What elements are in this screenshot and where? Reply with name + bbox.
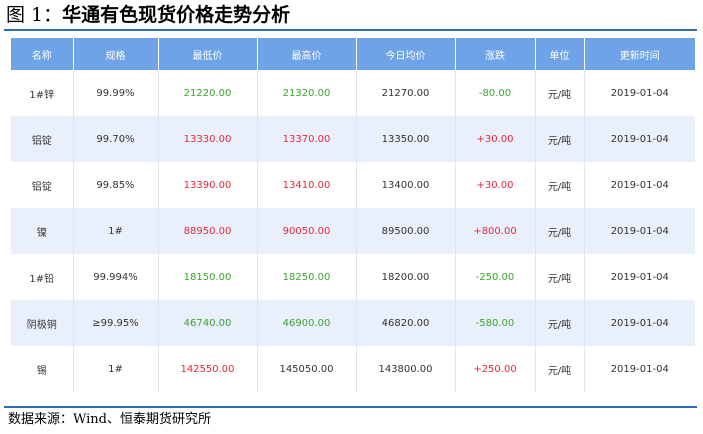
table-row: 1#铅 99.994% 18150.00 18250.00 18200.00 -… bbox=[11, 254, 695, 300]
cell-high: 46900.00 bbox=[257, 300, 357, 346]
cell-name: 铝锭 bbox=[11, 162, 74, 208]
cell-avg: 13350.00 bbox=[356, 116, 456, 162]
cell-unit: 元/吨 bbox=[535, 254, 585, 300]
figure-title: 图 1：华通有色现货价格走势分析 bbox=[6, 2, 290, 28]
cell-spec: 99.70% bbox=[73, 116, 159, 162]
cell-high: 145050.00 bbox=[257, 346, 357, 392]
cell-low: 21220.00 bbox=[158, 70, 258, 116]
cell-high: 90050.00 bbox=[257, 208, 357, 254]
cell-change: +30.00 bbox=[455, 162, 536, 208]
cell-low: 18150.00 bbox=[158, 254, 258, 300]
cell-date: 2019-01-04 bbox=[584, 208, 695, 254]
cell-low: 13330.00 bbox=[158, 116, 258, 162]
cell-name: 阴极铜 bbox=[11, 300, 74, 346]
cell-name: 铝锭 bbox=[11, 116, 74, 162]
price-table-container: 名称 规格 最低价 最高价 今日均价 涨跌 单位 更新时间 1#锌 99.99%… bbox=[11, 38, 695, 396]
cell-avg: 89500.00 bbox=[356, 208, 456, 254]
table-row: 铝锭 99.85% 13390.00 13410.00 13400.00 +30… bbox=[11, 162, 695, 208]
cell-date: 2019-01-04 bbox=[584, 70, 695, 116]
cell-change: +250.00 bbox=[455, 346, 536, 392]
cell-date: 2019-01-04 bbox=[584, 346, 695, 392]
cell-spec: 99.994% bbox=[73, 254, 159, 300]
source-note: 数据来源：Wind、恒泰期货研究所 bbox=[8, 412, 211, 427]
cell-name: 1#铅 bbox=[11, 254, 74, 300]
cell-spec: 99.99% bbox=[73, 70, 159, 116]
cell-high: 13410.00 bbox=[257, 162, 357, 208]
cell-unit: 元/吨 bbox=[535, 70, 585, 116]
cell-low: 13390.00 bbox=[158, 162, 258, 208]
cell-spec: ≥99.95% bbox=[73, 300, 159, 346]
cell-high: 13370.00 bbox=[257, 116, 357, 162]
cell-avg: 18200.00 bbox=[356, 254, 456, 300]
table-row: 阴极铜 ≥99.95% 46740.00 46900.00 46820.00 -… bbox=[11, 300, 695, 346]
cell-spec: 1# bbox=[73, 346, 159, 392]
table-row: 镍 1# 88950.00 90050.00 89500.00 +800.00 … bbox=[11, 208, 695, 254]
cell-name: 锡 bbox=[11, 346, 74, 392]
cell-avg: 21270.00 bbox=[356, 70, 456, 116]
cell-unit: 元/吨 bbox=[535, 116, 585, 162]
figure-label: 图 1： bbox=[6, 4, 63, 26]
table-row: 铝锭 99.70% 13330.00 13370.00 13350.00 +30… bbox=[11, 116, 695, 162]
top-rule bbox=[4, 29, 697, 31]
cell-name: 1#锌 bbox=[11, 70, 74, 116]
cell-unit: 元/吨 bbox=[535, 346, 585, 392]
table-header-row: 名称 规格 最低价 最高价 今日均价 涨跌 单位 更新时间 bbox=[11, 38, 695, 70]
table-row: 1#锌 99.99% 21220.00 21320.00 21270.00 -8… bbox=[11, 70, 695, 116]
bottom-rule bbox=[4, 406, 697, 408]
cell-date: 2019-01-04 bbox=[584, 300, 695, 346]
header-high: 最高价 bbox=[257, 38, 357, 70]
cell-avg: 13400.00 bbox=[356, 162, 456, 208]
cell-unit: 元/吨 bbox=[535, 300, 585, 346]
cell-spec: 1# bbox=[73, 208, 159, 254]
header-unit: 单位 bbox=[535, 38, 585, 70]
cell-change: +800.00 bbox=[455, 208, 536, 254]
cell-avg: 46820.00 bbox=[356, 300, 456, 346]
cell-low: 88950.00 bbox=[158, 208, 258, 254]
price-table: 名称 规格 最低价 最高价 今日均价 涨跌 单位 更新时间 1#锌 99.99%… bbox=[11, 38, 695, 392]
cell-low: 46740.00 bbox=[158, 300, 258, 346]
header-date: 更新时间 bbox=[584, 38, 695, 70]
cell-date: 2019-01-04 bbox=[584, 254, 695, 300]
cell-date: 2019-01-04 bbox=[584, 162, 695, 208]
cell-unit: 元/吨 bbox=[535, 162, 585, 208]
table-row: 锡 1# 142550.00 145050.00 143800.00 +250.… bbox=[11, 346, 695, 392]
figure-title-text: 华通有色现货价格走势分析 bbox=[62, 4, 291, 26]
header-spec: 规格 bbox=[73, 38, 159, 70]
cell-change: -580.00 bbox=[455, 300, 536, 346]
header-change: 涨跌 bbox=[455, 38, 536, 70]
cell-high: 18250.00 bbox=[257, 254, 357, 300]
header-avg: 今日均价 bbox=[356, 38, 456, 70]
header-low: 最低价 bbox=[158, 38, 258, 70]
header-name: 名称 bbox=[11, 38, 74, 70]
cell-name: 镍 bbox=[11, 208, 74, 254]
cell-low: 142550.00 bbox=[158, 346, 258, 392]
cell-change: -80.00 bbox=[455, 70, 536, 116]
cell-unit: 元/吨 bbox=[535, 208, 585, 254]
cell-high: 21320.00 bbox=[257, 70, 357, 116]
cell-spec: 99.85% bbox=[73, 162, 159, 208]
cell-change: -250.00 bbox=[455, 254, 536, 300]
cell-date: 2019-01-04 bbox=[584, 116, 695, 162]
cell-change: +30.00 bbox=[455, 116, 536, 162]
cell-avg: 143800.00 bbox=[356, 346, 456, 392]
